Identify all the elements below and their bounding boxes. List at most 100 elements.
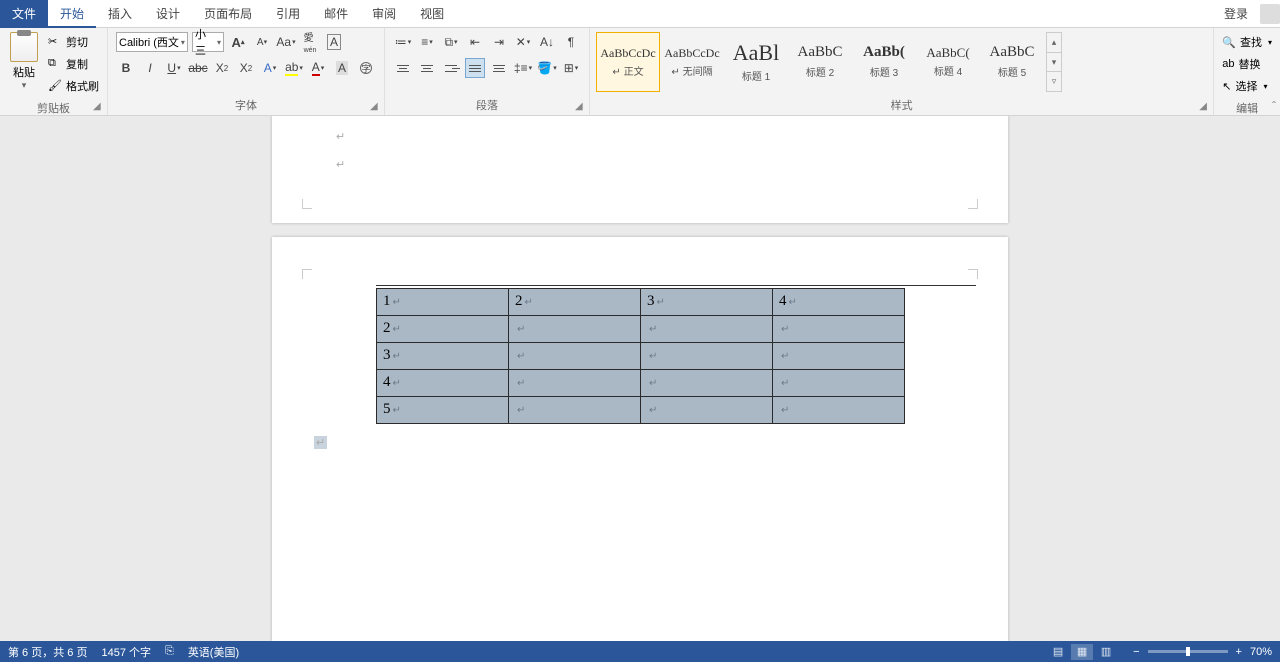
styles-scroll-up[interactable]: ▴ <box>1047 33 1061 53</box>
word-count[interactable]: 1457 个字 <box>101 644 151 660</box>
clipboard-launcher[interactable]: ◢ <box>93 101 105 113</box>
style-normal[interactable]: AaBbCcDc ↵ 正文 <box>596 32 660 92</box>
table-cell[interactable]: ↵ <box>773 396 905 423</box>
content-table[interactable]: 1↵2↵3↵4↵2↵↵↵↵3↵↵↵↵4↵↵↵↵5↵↵↵↵ <box>376 288 905 424</box>
login-link[interactable]: 登录 <box>1216 5 1256 22</box>
shrink-font-button[interactable]: A▾ <box>252 32 272 52</box>
styles-scroll-down[interactable]: ▾ <box>1047 53 1061 73</box>
print-layout-button[interactable]: ▦ <box>1071 644 1093 660</box>
tab-review[interactable]: 审阅 <box>360 0 408 28</box>
tab-layout[interactable]: 页面布局 <box>192 0 264 28</box>
proofing-icon[interactable]: ⎘ <box>165 645 174 658</box>
text-effects-button[interactable]: A▾ <box>260 58 280 78</box>
numbering-button[interactable]: ≡▾ <box>417 32 437 52</box>
table-cell[interactable]: ↵ <box>641 396 773 423</box>
cut-button[interactable]: ✂剪切 <box>48 32 99 52</box>
language-indicator[interactable]: 英语(美国) <box>188 644 239 660</box>
tab-view[interactable]: 视图 <box>408 0 456 28</box>
clear-formatting-button[interactable]: A <box>324 32 344 52</box>
table-cell[interactable]: ↵ <box>641 315 773 342</box>
subscript-button[interactable]: X2 <box>212 58 232 78</box>
table-cell[interactable]: 5↵ <box>377 396 509 423</box>
table-cell[interactable]: 4↵ <box>773 288 905 315</box>
paste-button[interactable]: 粘贴 ▾ <box>4 30 44 93</box>
copy-button[interactable]: ⧉复制 <box>48 54 99 74</box>
asian-layout-button[interactable]: ✕▾ <box>513 32 533 52</box>
table-cell[interactable]: ↵ <box>641 342 773 369</box>
table-cell[interactable]: 1↵ <box>377 288 509 315</box>
table-cell[interactable]: 2↵ <box>509 288 641 315</box>
zoom-thumb[interactable] <box>1186 647 1190 656</box>
table-cell[interactable]: ↵ <box>773 315 905 342</box>
read-mode-button[interactable]: ▤ <box>1047 644 1069 660</box>
char-shading-button[interactable]: A <box>332 58 352 78</box>
italic-button[interactable]: I <box>140 58 160 78</box>
style-heading1[interactable]: AaBl 标题 1 <box>724 32 788 92</box>
table-cell[interactable]: ↵ <box>773 369 905 396</box>
strikethrough-button[interactable]: abc <box>188 58 208 78</box>
table-cell[interactable]: ↵ <box>509 369 641 396</box>
table-cell[interactable]: 2↵ <box>377 315 509 342</box>
multilevel-list-button[interactable]: ⧉▾ <box>441 32 461 52</box>
style-heading2[interactable]: AaBbC 标题 2 <box>788 32 852 92</box>
table-cell[interactable]: ↵ <box>509 342 641 369</box>
paste-dropdown-icon[interactable]: ▾ <box>22 80 27 91</box>
tab-file[interactable]: 文件 <box>0 0 48 28</box>
replace-button[interactable]: ab替换 <box>1222 54 1272 74</box>
sort-button[interactable]: A↓ <box>537 32 557 52</box>
decrease-indent-button[interactable]: ⇤ <box>465 32 485 52</box>
font-name-combo[interactable]: Calibri (西文▾ <box>116 32 188 52</box>
shading-button[interactable]: 🪣▾ <box>537 58 557 78</box>
highlight-button[interactable]: ab▾ <box>284 58 304 78</box>
show-marks-button[interactable]: ¶ <box>561 32 581 52</box>
avatar-icon[interactable] <box>1260 4 1280 24</box>
tab-insert[interactable]: 插入 <box>96 0 144 28</box>
style-no-spacing[interactable]: AaBbCcDc ↵ 无间隔 <box>660 32 724 92</box>
table-cell[interactable]: ↵ <box>509 396 641 423</box>
align-right-button[interactable] <box>441 58 461 78</box>
font-launcher[interactable]: ◢ <box>370 101 382 113</box>
font-size-combo[interactable]: 小三▾ <box>192 32 224 52</box>
collapse-ribbon-button[interactable]: ˆ <box>1272 99 1276 113</box>
find-button[interactable]: 🔍查找▾ <box>1222 32 1272 52</box>
bold-button[interactable]: B <box>116 58 136 78</box>
align-justify-button[interactable] <box>465 58 485 78</box>
line-spacing-button[interactable]: ‡≡▾ <box>513 58 533 78</box>
phonetic-guide-button[interactable]: 愛wén <box>300 32 320 52</box>
underline-button[interactable]: U▾ <box>164 58 184 78</box>
web-layout-button[interactable]: ▥ <box>1095 644 1117 660</box>
table-cell[interactable]: 4↵ <box>377 369 509 396</box>
styles-expand[interactable]: ▿ <box>1047 72 1061 91</box>
grow-font-button[interactable]: A▴ <box>228 32 248 52</box>
align-center-button[interactable] <box>417 58 437 78</box>
paragraph-launcher[interactable]: ◢ <box>575 101 587 113</box>
style-heading4[interactable]: AaBbC( 标题 4 <box>916 32 980 92</box>
style-heading3[interactable]: AaBb( 标题 3 <box>852 32 916 92</box>
align-distribute-button[interactable] <box>489 58 509 78</box>
bullets-button[interactable]: ≔▾ <box>393 32 413 52</box>
tab-design[interactable]: 设计 <box>144 0 192 28</box>
document-area[interactable]: ↵ ↵ 1↵2↵3↵4↵2↵↵↵↵3↵↵↵↵4↵↵↵↵5↵↵↵↵ ↵ <box>0 116 1280 641</box>
tab-home[interactable]: 开始 <box>48 0 96 28</box>
zoom-out-button[interactable]: − <box>1131 646 1141 658</box>
table-cell[interactable]: ↵ <box>773 342 905 369</box>
page-indicator[interactable]: 第 6 页，共 6 页 <box>8 644 87 660</box>
enclose-char-button[interactable]: 字 <box>356 58 376 78</box>
select-button[interactable]: ↖选择▾ <box>1222 76 1272 96</box>
styles-launcher[interactable]: ◢ <box>1199 101 1211 113</box>
superscript-button[interactable]: X2 <box>236 58 256 78</box>
increase-indent-button[interactable]: ⇥ <box>489 32 509 52</box>
format-painter-button[interactable]: 🖌格式刷 <box>48 76 99 96</box>
zoom-value[interactable]: 70% <box>1250 646 1272 658</box>
table-cell[interactable]: 3↵ <box>641 288 773 315</box>
table-cell[interactable]: 3↵ <box>377 342 509 369</box>
table-cell[interactable]: ↵ <box>641 369 773 396</box>
align-left-button[interactable] <box>393 58 413 78</box>
zoom-in-button[interactable]: + <box>1234 646 1244 658</box>
style-heading5[interactable]: AaBbC 标题 5 <box>980 32 1044 92</box>
borders-button[interactable]: ⊞▾ <box>561 58 581 78</box>
zoom-slider[interactable] <box>1148 650 1228 653</box>
font-color-button[interactable]: A▾ <box>308 58 328 78</box>
change-case-button[interactable]: Aa▾ <box>276 32 296 52</box>
tab-references[interactable]: 引用 <box>264 0 312 28</box>
